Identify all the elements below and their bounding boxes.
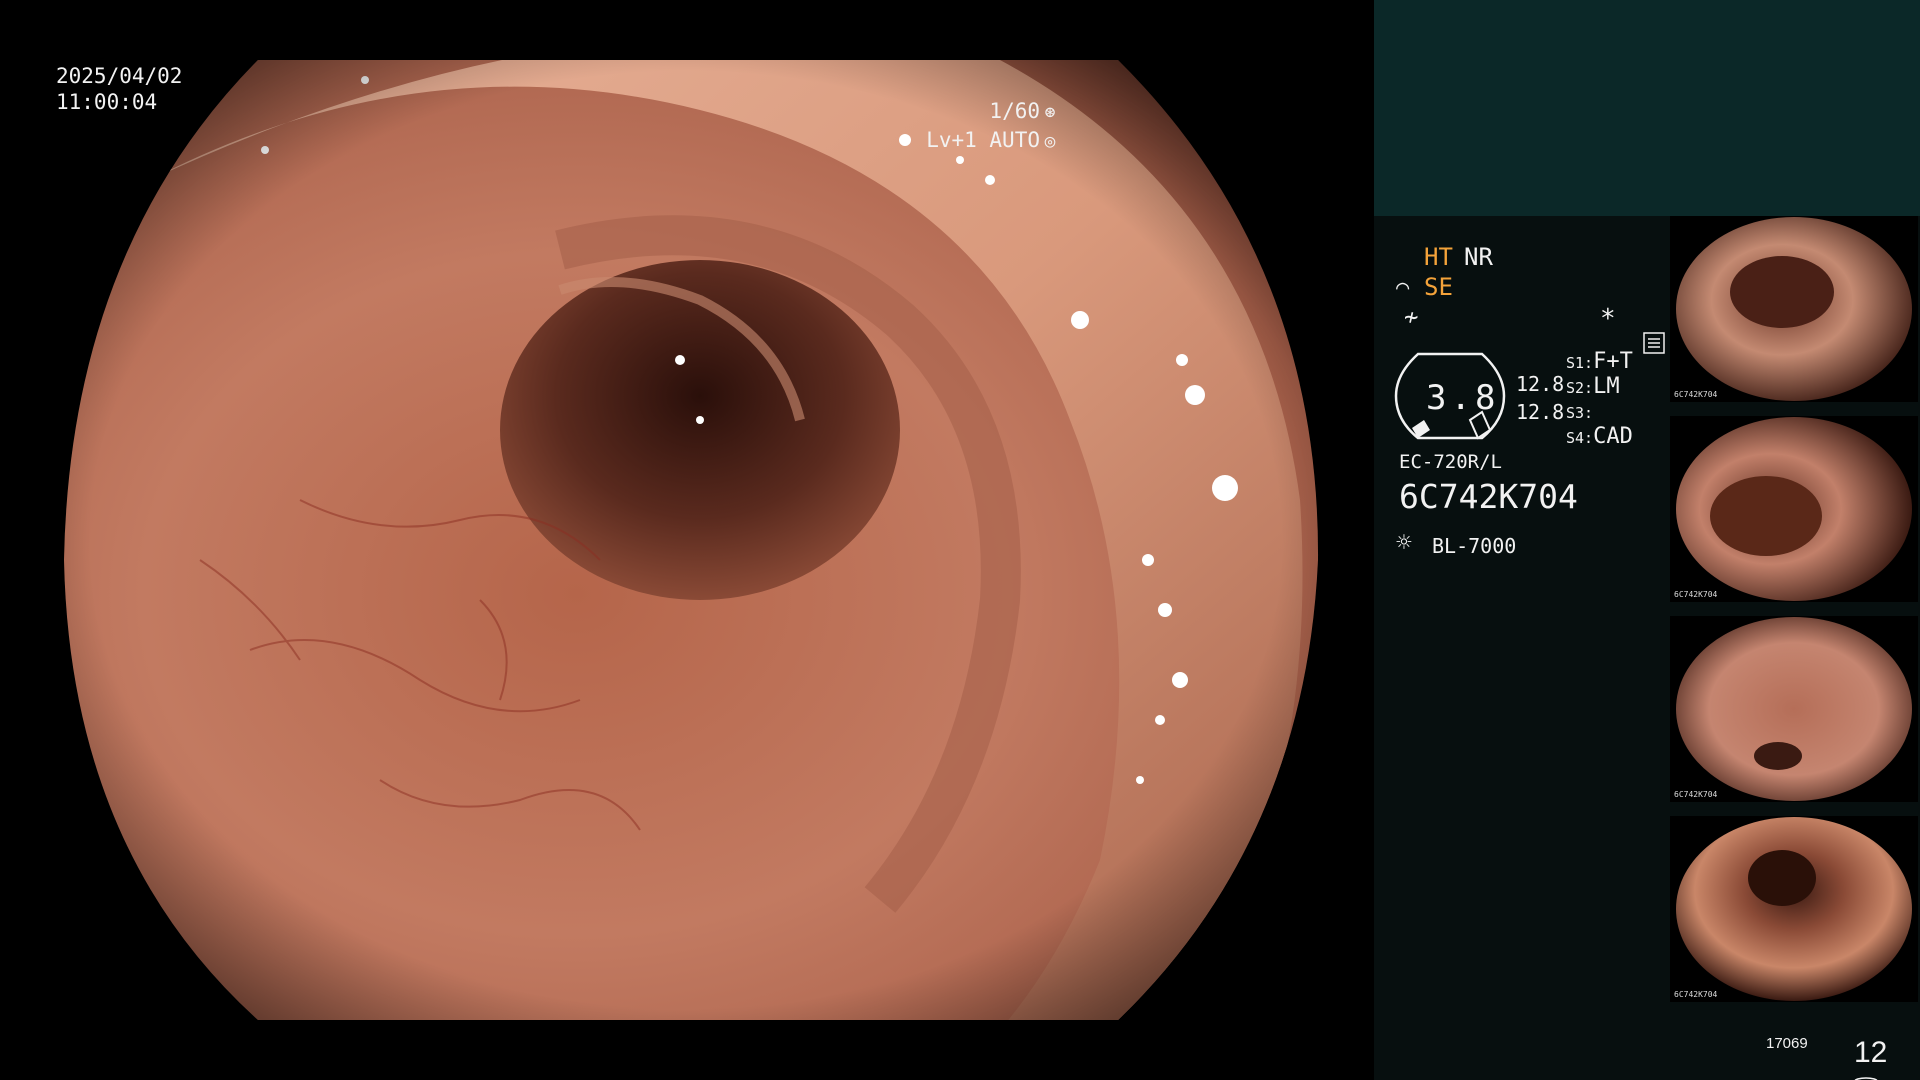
switch-s3-key: S3: — [1566, 404, 1594, 422]
light-source: BL-7000 — [1432, 534, 1517, 558]
switch-s4-value: CAD — [1593, 424, 1633, 449]
se-indicator: SE — [1424, 273, 1453, 301]
switch-s3: S3: — [1566, 399, 1593, 426]
thumbnail-label: 6C742K704 — [1674, 990, 1718, 999]
switch-s2: S2:LM — [1566, 374, 1620, 401]
gauge-value: 3.8 — [1426, 378, 1500, 418]
info-panel-header — [1374, 0, 1920, 216]
gauge-reading-2: 12.8 — [1516, 400, 1565, 424]
captured-thumbnail[interactable]: 6C742K704 — [1670, 216, 1918, 402]
switch-s4: S4:CAD — [1566, 424, 1633, 451]
thumbnail-label: 6C742K704 — [1674, 390, 1718, 399]
shutter-speed-value: 1/60 — [989, 99, 1040, 123]
captured-thumbnail[interactable]: 6C742K704 — [1670, 416, 1918, 602]
thumbnail-image — [1676, 417, 1912, 601]
exam-time: 11:00:04 — [56, 90, 158, 114]
switch-s2-value: LM — [1593, 374, 1620, 399]
lamp-icon: ☼ — [1396, 528, 1412, 558]
auto-iris-icon: ◎ — [1044, 131, 1056, 152]
colon-lumen-image — [64, 60, 1319, 1020]
scope-model: EC-720R/L — [1399, 451, 1502, 473]
gauge-reading-1: 12.8 — [1516, 372, 1565, 396]
switch-s1-value: F+T — [1593, 349, 1633, 374]
thumbnail-image — [1676, 217, 1912, 401]
ht-indicator: HT — [1424, 243, 1453, 271]
asterisk-indicator: * — [1600, 304, 1616, 334]
brightness-level: Lv+1 AUTO ◎ — [926, 127, 1060, 155]
nr-indicator: NR — [1464, 243, 1493, 271]
thumbnail-label: 6C742K704 — [1674, 790, 1718, 799]
endoscopy-monitor: 2025/04/02 11:00:04 1/60 ⊛ Lv+1 AUTO ◎ HT … — [0, 0, 1920, 1080]
thumbnail-image — [1676, 817, 1912, 1001]
switch-s1-key: S1: — [1566, 354, 1594, 372]
shutter-speed: 1/60 ⊛ — [989, 98, 1060, 126]
structure-enhancement-icon: ⌒ — [1396, 275, 1410, 300]
captured-thumbnail[interactable]: 6C742K704 — [1670, 616, 1918, 802]
menu-icon-graphic — [1643, 332, 1666, 354]
thumbnail-image — [1676, 617, 1912, 801]
brightness-level-value: Lv+1 AUTO — [926, 128, 1040, 152]
endoscopic-view: 2025/04/02 11:00:04 1/60 ⊛ Lv+1 AUTO ◎ — [0, 0, 1372, 1080]
info-panel: HT NR ⌒ SE ≁ * 3.8 12.8 12.8 S1:F+T S2:L… — [1374, 0, 1920, 1080]
exam-date: 2025/04/02 — [56, 64, 183, 88]
enhancement-icon: ≁ — [1404, 303, 1419, 331]
switch-s1: S1:F+T — [1566, 349, 1633, 376]
scope-serial: 6C742K704 — [1399, 477, 1578, 516]
image-counter-session: 12 — [1854, 1036, 1888, 1069]
shutter-icon: ⊛ — [1044, 102, 1056, 123]
switch-s2-key: S2: — [1566, 379, 1594, 397]
switch-s4-key: S4: — [1566, 429, 1594, 447]
captured-thumbnail[interactable]: 6C742K704 — [1670, 816, 1918, 1002]
thumbnail-label: 6C742K704 — [1674, 590, 1718, 599]
